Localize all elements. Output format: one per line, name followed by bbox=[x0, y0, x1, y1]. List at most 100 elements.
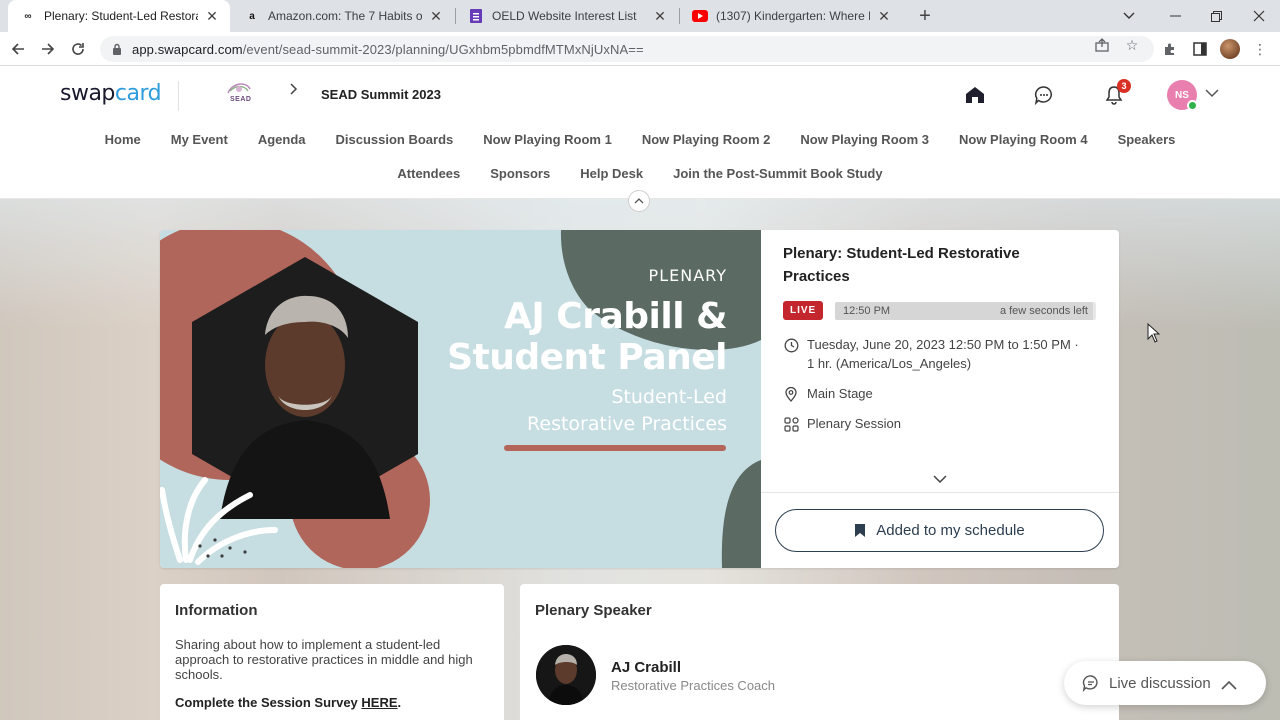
speaker-role: Restorative Practices Coach bbox=[611, 678, 776, 693]
minimize-icon[interactable] bbox=[1152, 0, 1198, 32]
nav-item-attendees[interactable]: Attendees bbox=[397, 166, 460, 181]
close-window-icon[interactable] bbox=[1236, 0, 1280, 32]
event-logo-text: SEAD bbox=[230, 96, 252, 103]
tab-title: OELD Website Interest List bbox=[492, 9, 637, 23]
survey-link[interactable]: HERE bbox=[361, 695, 397, 710]
event-name[interactable]: SEAD Summit 2023 bbox=[321, 87, 441, 102]
home-icon[interactable] bbox=[963, 83, 987, 107]
nav-item-my-event[interactable]: My Event bbox=[171, 132, 228, 147]
close-tab-icon[interactable]: ✕ bbox=[204, 8, 220, 24]
nav-item-discussion-boards[interactable]: Discussion Boards bbox=[335, 132, 453, 147]
information-card: Information Sharing about how to impleme… bbox=[160, 584, 504, 720]
nav-item-agenda[interactable]: Agenda bbox=[258, 132, 306, 147]
new-tab-icon[interactable]: + bbox=[914, 5, 936, 27]
share-icon[interactable] bbox=[1094, 37, 1110, 53]
logo-text-a: swap bbox=[60, 81, 115, 106]
datetime-line-1: Tuesday, June 20, 2023 12:50 PM to 1:50 … bbox=[807, 337, 1079, 352]
details-divider bbox=[761, 492, 1119, 493]
banner-headline-line-2: Student Panel bbox=[447, 337, 727, 378]
speaker-name[interactable]: AJ Crabill bbox=[611, 659, 681, 676]
session-location: Main Stage bbox=[783, 384, 873, 403]
datetime-line-2: 1 hr. (America/Los_Angeles) bbox=[807, 356, 972, 371]
chat-icon bbox=[1082, 674, 1100, 693]
nav-item-speakers[interactable]: Speakers bbox=[1118, 132, 1176, 147]
reload-icon[interactable] bbox=[66, 37, 90, 61]
banner-subtitle-line-2: Restorative Practices bbox=[527, 413, 727, 435]
information-body: Sharing about how to implement a student… bbox=[175, 637, 473, 682]
nav-item-sponsors[interactable]: Sponsors bbox=[490, 166, 550, 181]
tab-title: Plenary: Student-Led Restorative bbox=[44, 9, 198, 23]
tab-title: (1307) Kindergarten: Where Play bbox=[716, 9, 870, 23]
logo-text-b: card bbox=[114, 81, 162, 106]
url-path: /event/sead-summit-2023/planning/UGxhbm5… bbox=[242, 41, 644, 57]
session-banner: PLENARY AJ Crabill & Student Panel Stude… bbox=[160, 230, 761, 568]
address-bar[interactable]: app.swapcard.com/event/sead-summit-2023/… bbox=[100, 36, 1154, 62]
close-tab-icon[interactable]: ✕ bbox=[428, 8, 444, 24]
bookmark-star-icon[interactable]: ☆ bbox=[1124, 37, 1140, 53]
extensions-icon[interactable] bbox=[1160, 39, 1180, 59]
nav-item-room-4[interactable]: Now Playing Room 4 bbox=[959, 132, 1088, 147]
survey-suffix: . bbox=[397, 695, 402, 710]
notification-badge: 3 bbox=[1117, 79, 1131, 93]
swapcard-logo[interactable]: swapcard bbox=[60, 81, 162, 106]
browser-tab-bar: ∞ Plenary: Student-Led Restorative ✕ a A… bbox=[0, 0, 1280, 32]
back-icon[interactable] bbox=[6, 37, 30, 61]
mouse-cursor-icon bbox=[1147, 323, 1161, 343]
banner-subtitle-line-1: Student-Led bbox=[611, 386, 727, 408]
live-discussion-label: Live discussion bbox=[1109, 674, 1211, 692]
session-progress-bar: 12:50 PM a few seconds left bbox=[835, 302, 1096, 320]
session-category: Plenary Session bbox=[783, 414, 901, 433]
nav-item-book-study[interactable]: Join the Post-Summit Book Study bbox=[673, 166, 882, 181]
collapse-header-button[interactable] bbox=[628, 190, 650, 212]
banner-headline: AJ Crabill & Student Panel bbox=[447, 296, 727, 378]
chevron-down-icon[interactable] bbox=[1205, 87, 1219, 101]
survey-line: Complete the Session Survey HERE. bbox=[175, 695, 401, 710]
chevron-right-icon bbox=[290, 82, 298, 100]
close-tab-icon[interactable]: ✕ bbox=[876, 8, 892, 24]
speaker-heading: Plenary Speaker bbox=[535, 602, 652, 619]
app-header: swapcard SEAD SEAD Summit 2023 3 NS Home… bbox=[0, 67, 1280, 199]
live-badge: LIVE bbox=[783, 301, 824, 320]
banner-underline bbox=[504, 445, 726, 451]
url-host: app.swapcard.com bbox=[132, 41, 243, 57]
speaker-avatar[interactable] bbox=[536, 645, 596, 705]
nav-item-room-2[interactable]: Now Playing Room 2 bbox=[642, 132, 771, 147]
side-panel-icon[interactable] bbox=[1190, 39, 1210, 59]
browser-menu-icon[interactable]: ⋮ bbox=[1250, 39, 1270, 59]
added-to-schedule-button[interactable]: Added to my schedule bbox=[775, 509, 1104, 552]
swapcard-icon: ∞ bbox=[24, 10, 32, 22]
session-datetime-text: Tuesday, June 20, 2023 12:50 PM to 1:50 … bbox=[807, 335, 1079, 373]
speaker-card: Plenary Speaker AJ Crabill Restorative P… bbox=[520, 584, 1119, 720]
amazon-icon: a bbox=[249, 10, 255, 22]
information-heading: Information bbox=[175, 602, 258, 619]
browser-tab[interactable]: OELD Website Interest List ✕ bbox=[456, 0, 678, 32]
event-logo[interactable]: SEAD bbox=[220, 79, 260, 109]
youtube-icon bbox=[692, 8, 708, 24]
progress-start-time: 12:50 PM bbox=[843, 305, 891, 317]
nav-item-room-3[interactable]: Now Playing Room 3 bbox=[800, 132, 929, 147]
browser-tab[interactable]: ∞ Plenary: Student-Led Restorative ✕ bbox=[8, 0, 230, 32]
lock-icon bbox=[112, 43, 122, 55]
browser-tab[interactable]: a Amazon.com: The 7 Habits of Hig ✕ bbox=[232, 0, 454, 32]
nav-item-room-1[interactable]: Now Playing Room 1 bbox=[483, 132, 612, 147]
chat-icon[interactable] bbox=[1032, 83, 1056, 107]
session-details: Plenary: Student-Led Restorative Practic… bbox=[761, 230, 1119, 568]
nav-item-help-desk[interactable]: Help Desk bbox=[580, 166, 643, 181]
bookmark-icon bbox=[854, 523, 866, 538]
browser-tab[interactable]: (1307) Kindergarten: Where Play ✕ bbox=[680, 0, 902, 32]
close-tab-icon[interactable]: ✕ bbox=[652, 8, 668, 24]
session-datetime: Tuesday, June 20, 2023 12:50 PM to 1:50 … bbox=[783, 335, 1079, 373]
url-text: app.swapcard.com/event/sead-summit-2023/… bbox=[132, 42, 644, 57]
main-nav-row-1: Home My Event Agenda Discussion Boards N… bbox=[0, 132, 1280, 147]
restore-icon[interactable] bbox=[1193, 0, 1239, 32]
address-toolbar: app.swapcard.com/event/sead-summit-2023/… bbox=[0, 32, 1280, 66]
main-nav-row-2: Attendees Sponsors Help Desk Join the Po… bbox=[0, 166, 1280, 181]
forward-icon[interactable] bbox=[36, 37, 60, 61]
browser-profile-avatar[interactable] bbox=[1220, 39, 1240, 59]
live-discussion-button[interactable]: Live discussion bbox=[1064, 661, 1266, 705]
banner-headline-line-1: AJ Crabill & bbox=[504, 296, 727, 337]
expand-details-chevron-icon[interactable] bbox=[931, 472, 949, 486]
category-grid-icon bbox=[783, 416, 799, 432]
tab-search-icon[interactable] bbox=[1106, 0, 1152, 32]
nav-item-home[interactable]: Home bbox=[105, 132, 141, 147]
